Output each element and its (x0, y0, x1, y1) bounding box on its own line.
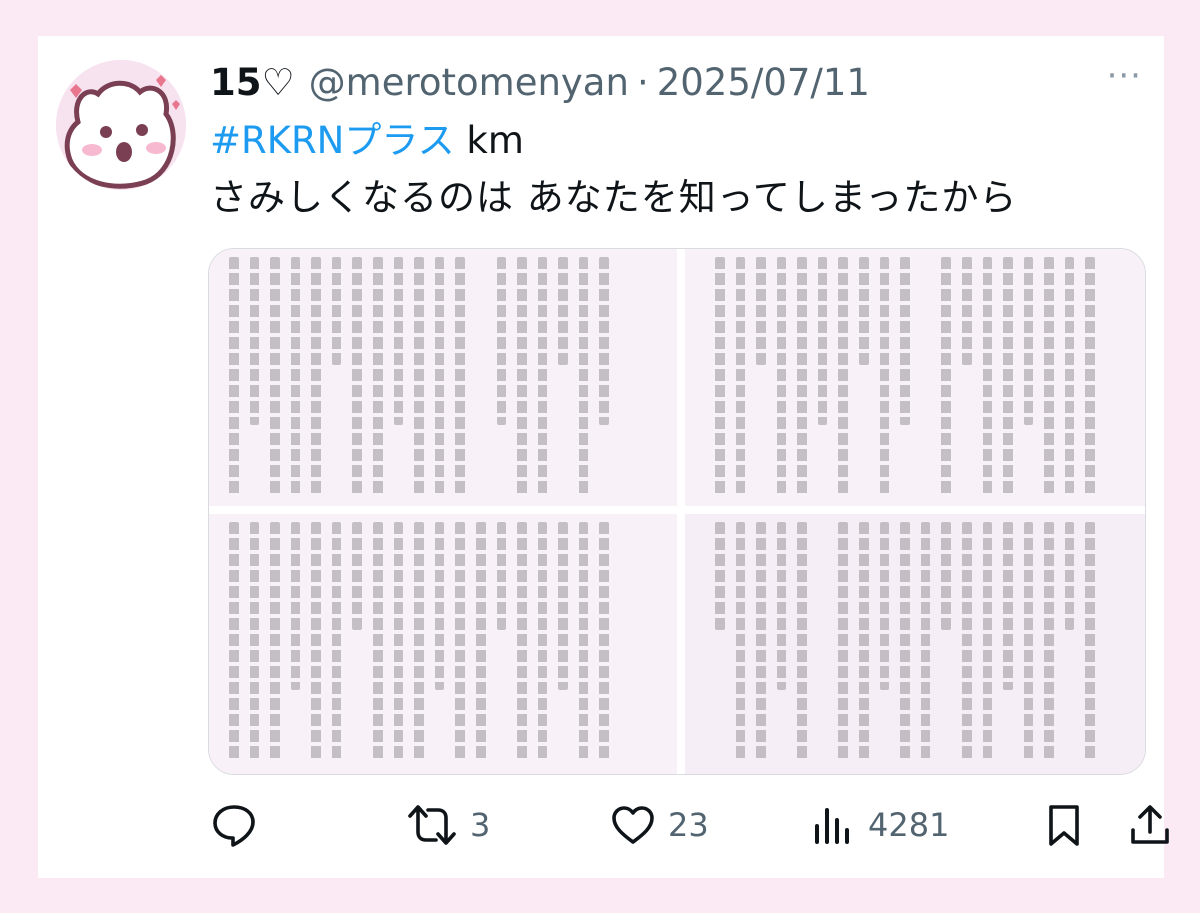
retweet-button[interactable]: 3 (406, 802, 490, 848)
avatar[interactable] (56, 60, 186, 190)
media-grid (208, 248, 1146, 775)
share-icon (1131, 805, 1169, 844)
retweet-icon (408, 805, 456, 845)
media-image-2[interactable] (685, 249, 1145, 506)
vertical-text-image (715, 522, 1095, 762)
vertical-text-image (715, 257, 1095, 497)
reply-icon (213, 805, 255, 847)
hashtag-link[interactable]: #RKRNプラス (210, 119, 455, 162)
tweet-tags-line: #RKRNプラス km (210, 116, 524, 166)
vertical-text-image (229, 257, 609, 497)
retweet-count: 3 (470, 806, 491, 844)
bookmark-icon (1049, 805, 1079, 846)
like-count: 23 (668, 806, 709, 844)
action-bar: 3 23 4281 (210, 802, 1169, 848)
bar-chart-icon (815, 808, 849, 844)
tweet-date[interactable]: 2025/07/11 (657, 60, 870, 106)
vertical-text-image (229, 522, 609, 762)
heart-icon (612, 806, 654, 844)
media-image-1[interactable] (209, 249, 677, 506)
media-image-3[interactable] (209, 514, 677, 774)
views-button[interactable]: 4281 (810, 802, 949, 848)
tweet-card[interactable]: 15♡ @merotomenyan · 2025/07/11 ··· #RKRN… (38, 36, 1169, 878)
user-handle[interactable]: @merotomenyan (309, 60, 629, 106)
reply-button[interactable] (210, 802, 258, 848)
separator-dot: · (636, 61, 649, 104)
views-count: 4281 (868, 806, 950, 844)
media-image-4[interactable] (685, 514, 1145, 774)
like-button[interactable]: 23 (610, 802, 709, 848)
bookmark-button[interactable] (1044, 802, 1084, 848)
name-heart-symbol: ♡ (261, 61, 295, 104)
display-name[interactable]: 15♡ (210, 60, 295, 106)
more-options-icon[interactable]: ··· (1107, 59, 1142, 93)
share-button[interactable] (1128, 802, 1172, 848)
tweet-body: さみしくなるのは あなたを知ってしまったから (210, 176, 1018, 219)
tag-suffix: km (454, 119, 524, 162)
avatar-illustration (56, 60, 186, 190)
tweet-header: 15♡ @merotomenyan · 2025/07/11 (210, 60, 1124, 106)
